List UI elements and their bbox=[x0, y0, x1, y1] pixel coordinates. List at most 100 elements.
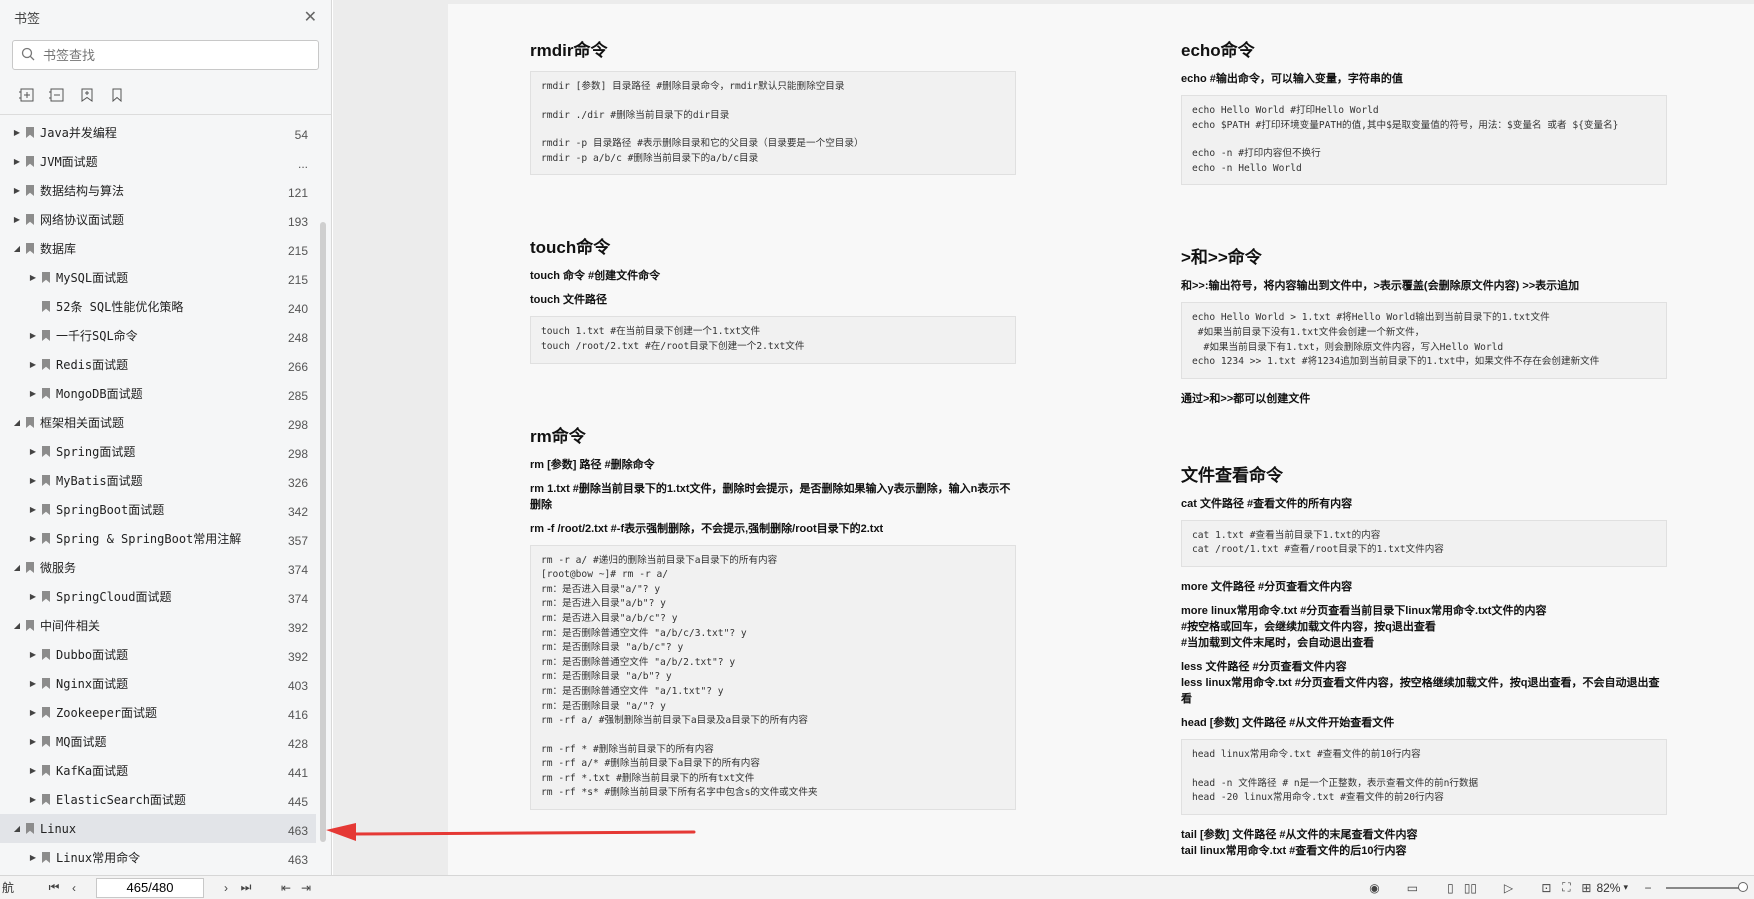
caret-right-icon[interactable]: ▶ bbox=[28, 853, 38, 862]
scroll-mode-icon[interactable]: ▭ bbox=[1402, 881, 1422, 895]
zoom-slider[interactable] bbox=[1666, 881, 1748, 892]
code-block: echo Hello World > 1.txt #将Hello World输出… bbox=[1181, 302, 1667, 379]
page-number-input[interactable] bbox=[96, 877, 205, 898]
bookmark-item[interactable]: ▶ MongoDB面试题 285 bbox=[0, 379, 316, 408]
caret-right-icon[interactable]: ▶ bbox=[12, 215, 22, 224]
bookmark-item[interactable]: ▶ 数据结构与算法 121 bbox=[0, 176, 316, 205]
bookmark-label: SpringCloud面试题 bbox=[56, 590, 172, 604]
caret-right-icon[interactable]: ▶ bbox=[28, 505, 38, 514]
bookmark-icon[interactable] bbox=[108, 86, 126, 104]
last-page-icon[interactable]: ⏭ bbox=[236, 880, 256, 895]
sidebar-scrollbar[interactable] bbox=[320, 222, 326, 842]
caret-right-icon[interactable]: ▶ bbox=[28, 592, 38, 601]
paragraph: 通过>和>>都可以创建文件 bbox=[1181, 392, 1311, 405]
zoom-out-icon[interactable]: − bbox=[1638, 881, 1658, 895]
bookmark-item[interactable]: ▶ SpringBoot面试题 342 bbox=[0, 495, 316, 524]
first-page-icon[interactable]: ⏮ bbox=[44, 880, 64, 895]
bookmark-tree: ▶ Java并发编程 54 ▶ JVM面试题... ▶ 数据结构与算法 121 ▶ 网络协议面试题… bbox=[0, 118, 316, 872]
bookmark-label: Redis面试题 bbox=[56, 358, 129, 372]
bookmark-item[interactable]: ◢ 中间件相关 392 bbox=[0, 611, 316, 640]
caret-right-icon[interactable]: ▶ bbox=[28, 737, 38, 746]
next-page-icon[interactable]: › bbox=[216, 881, 236, 895]
bookmark-item[interactable]: ◢ Linux 463 bbox=[0, 814, 316, 843]
bookmark-flag-icon bbox=[42, 533, 50, 544]
code-line: rm：是否进入目录"a/b"? y bbox=[541, 598, 666, 610]
bookmark-item[interactable]: ▶ Dubbo面试题 392 bbox=[0, 640, 316, 669]
bookmark-item[interactable]: ▶ SpringCloud面试题 374 bbox=[0, 582, 316, 611]
bookmark-item[interactable]: ▶ Nginx面试题 403 bbox=[0, 669, 316, 698]
caret-down-icon[interactable]: ◢ bbox=[12, 824, 22, 833]
caret-right-icon[interactable]: ▶ bbox=[28, 447, 38, 456]
chevron-down-icon[interactable]: ▾ bbox=[1623, 882, 1628, 893]
play-icon[interactable]: ▷ bbox=[1498, 881, 1518, 895]
bookmark-search-input[interactable] bbox=[43, 47, 303, 63]
caret-right-icon[interactable]: ▶ bbox=[28, 795, 38, 804]
bookmark-item[interactable]: ▶ Zookeeper面试题 416 bbox=[0, 698, 316, 727]
prev-page-icon[interactable]: ‹ bbox=[64, 881, 84, 895]
bookmark-item[interactable]: ▶ Spring & SpringBoot常用注解 357 bbox=[0, 524, 316, 553]
caret-right-icon[interactable]: ▶ bbox=[28, 766, 38, 775]
zoom-level[interactable]: 82% bbox=[1596, 881, 1620, 895]
caret-right-icon[interactable]: ▶ bbox=[28, 331, 38, 340]
bookmark-page-number: 298 bbox=[287, 447, 308, 461]
add-bookmark-icon[interactable] bbox=[78, 86, 96, 104]
fit-page-icon[interactable]: ⛶ bbox=[1556, 880, 1576, 895]
caret-right-icon[interactable]: ▶ bbox=[28, 534, 38, 543]
actual-size-icon[interactable]: ⊡ bbox=[1536, 881, 1556, 895]
bookmark-item[interactable]: ▶ Linux常用命令 463 bbox=[0, 843, 316, 872]
double-page-icon[interactable]: ▯▯ bbox=[1460, 881, 1480, 895]
bookmark-flag-icon bbox=[26, 214, 34, 225]
bookmark-page-number: 357 bbox=[287, 534, 308, 548]
caret-right-icon[interactable]: ▶ bbox=[28, 476, 38, 485]
bookmark-item[interactable]: ▶ ElasticSearch面试题 445 bbox=[0, 785, 316, 814]
caret-right-icon[interactable]: ▶ bbox=[28, 708, 38, 717]
bookmark-page-number: 215 bbox=[287, 244, 308, 258]
single-page-icon[interactable]: ▯ bbox=[1440, 881, 1460, 895]
code-line: echo -n Hello World bbox=[1192, 162, 1302, 174]
zoom-slider-knob[interactable] bbox=[1738, 881, 1748, 892]
bookmark-item[interactable]: ▶ Redis面试题 266 bbox=[0, 350, 316, 379]
bookmark-label: MyBatis面试题 bbox=[56, 474, 143, 488]
caret-right-icon[interactable]: ▶ bbox=[28, 389, 38, 398]
caret-right-icon[interactable]: ▶ bbox=[12, 157, 22, 166]
bookmark-item[interactable]: ▶ MQ面试题 428 bbox=[0, 727, 316, 756]
caret-down-icon[interactable]: ◢ bbox=[12, 621, 22, 630]
bookmark-search-box[interactable] bbox=[12, 40, 319, 70]
bookmark-item[interactable]: ▶ 一千行SQL命令 248 bbox=[0, 321, 316, 350]
caret-right-icon[interactable]: ▶ bbox=[12, 128, 22, 137]
bookmark-item[interactable]: ◢ 框架相关面试题 298 bbox=[0, 408, 316, 437]
bookmark-item[interactable]: ◢ 数据库 215 bbox=[0, 234, 316, 263]
caret-right-icon[interactable]: ▶ bbox=[28, 650, 38, 659]
expand-all-icon[interactable] bbox=[18, 86, 36, 104]
bookmark-item[interactable]: ◢ 微服务 374 bbox=[0, 553, 316, 582]
code-line: rmdir [参数] 目录路径 #删除目录命令，rmdir默认只能删除空目录 bbox=[541, 81, 845, 92]
back-icon[interactable]: ⇤ bbox=[276, 881, 296, 895]
caret-right-icon[interactable]: ▶ bbox=[12, 186, 22, 195]
code-line: rm：是否删除目录 "a/b/c"? y bbox=[541, 642, 684, 654]
collapse-all-icon[interactable] bbox=[48, 86, 66, 104]
caret-down-icon[interactable]: ◢ bbox=[12, 418, 22, 427]
bookmark-item[interactable]: ▶ KafKa面试题 441 bbox=[0, 756, 316, 785]
close-icon[interactable]: ✕ bbox=[304, 7, 317, 27]
bookmark-page-number: 342 bbox=[287, 505, 308, 519]
bookmark-item[interactable]: 52条 SQL性能优化策略 240 bbox=[0, 292, 316, 321]
caret-right-icon[interactable]: ▶ bbox=[28, 360, 38, 369]
forward-icon[interactable]: ⇥ bbox=[296, 881, 316, 895]
caret-right-icon[interactable]: ▶ bbox=[28, 273, 38, 282]
bookmark-item[interactable]: ▶ JVM面试题... bbox=[0, 147, 316, 176]
bookmark-page-number: 266 bbox=[287, 360, 308, 374]
bookmark-item[interactable]: ▶ 网络协议面试题 193 bbox=[0, 205, 316, 234]
bookmark-item[interactable]: ▶ Spring面试题 298 bbox=[0, 437, 316, 466]
bookmark-label: Java并发编程 bbox=[40, 126, 117, 140]
caret-down-icon[interactable]: ◢ bbox=[12, 244, 22, 253]
bookmark-panel-title: 书签 bbox=[14, 10, 41, 26]
caret-down-icon[interactable]: ◢ bbox=[12, 563, 22, 572]
bookmark-item[interactable]: ▶ MySQL面试题 215 bbox=[0, 263, 316, 292]
caret-right-icon[interactable]: ▶ bbox=[28, 679, 38, 688]
code-line: rmdir -p 目录路径 #表示删除目录和它的父目录（目录要是一个空目录） bbox=[541, 138, 864, 150]
bookmark-item[interactable]: ▶ MyBatis面试题 326 bbox=[0, 466, 316, 495]
zoom-icon[interactable]: ⊞ bbox=[1576, 881, 1596, 895]
eye-protect-icon[interactable]: ◉ bbox=[1364, 881, 1384, 895]
bookmark-item[interactable]: ▶ Java并发编程 54 bbox=[0, 118, 316, 147]
